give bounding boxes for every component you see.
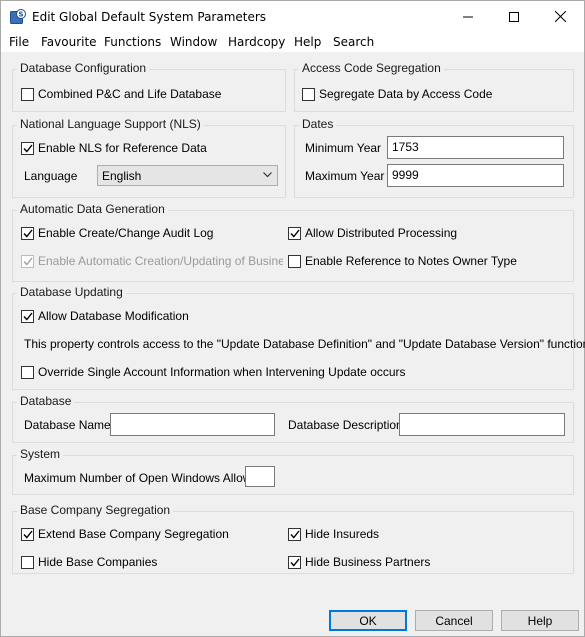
distributed-processing-checkbox[interactable]: Allow Distributed Processing [288,226,457,240]
checkbox-box [21,87,34,101]
hide-insureds-checkbox[interactable]: Hide Insureds [288,527,379,541]
checkbox-label: Enable NLS for Reference Data [38,141,207,155]
cancel-button[interactable]: Cancel [415,610,493,631]
app-s-icon: S [10,9,26,24]
checkbox-label: Segregate Data by Access Code [319,87,493,101]
minimum-year-label: Minimum Year [305,141,382,155]
enable-nls-checkbox[interactable]: Enable NLS for Reference Data [21,141,207,155]
checkbox-label: Allow Distributed Processing [305,226,458,240]
checkbox-box [21,141,34,155]
checkbox-label: Hide Base Companies [38,555,158,569]
group-label: Automatic Data Generation [17,202,168,216]
ok-button[interactable]: OK [329,610,407,631]
group-label: National Language Support (NLS) [17,117,204,131]
menu-hardcopy[interactable]: Hardcopy [228,35,285,49]
checkmark-icon [22,229,33,238]
checkbox-label: Hide Insureds [305,527,380,541]
max-open-windows-label: Maximum Number of Open Windows Allowed [24,471,265,485]
menu-search[interactable]: Search [333,35,374,49]
language-value: English [102,169,142,183]
database-name-label: Database Name [24,418,111,432]
checkbox-box [288,555,301,569]
checkmark-icon [289,229,300,238]
audit-log-checkbox[interactable]: Enable Create/Change Audit Log [21,226,213,240]
window-title: Edit Global Default System Parameters [32,10,267,24]
menu-window[interactable]: Window [170,35,217,49]
checkbox-label: Enable Create/Change Audit Log [38,226,214,240]
checkbox-label: Enable Reference to Notes Owner Type [305,254,517,268]
checkbox-label: Enable Automatic Creation/Updating of Bu… [38,254,283,268]
max-open-windows-input[interactable] [245,466,275,487]
checkbox-box [21,365,34,379]
minimum-year-input[interactable]: 1753 [387,136,564,159]
menu-favourite[interactable]: Favourite [41,35,97,49]
override-single-account-checkbox[interactable]: Override Single Account Information when… [21,365,406,379]
checkbox-box [21,527,34,541]
checkbox-label: Extend Base Company Segregation [38,527,229,541]
checkbox-label: Allow Database Modification [38,309,189,323]
checkmark-icon [289,558,300,567]
database-name-input[interactable] [110,413,275,436]
group-label: Dates [299,117,337,131]
checkbox-box [288,226,301,240]
checkmark-icon [22,257,33,266]
help-button-label: Help [527,613,553,628]
maximum-year-input[interactable]: 9999 [387,164,564,187]
checkbox-box [288,254,301,268]
nls-group: National Language Support (NLS) [12,117,286,198]
checkmark-icon [22,144,33,153]
menu-help[interactable]: Help [294,35,321,49]
group-label: Base Company Segregation [17,503,174,517]
hide-base-companies-checkbox[interactable]: Hide Base Companies [21,555,157,569]
checkbox-box [21,555,34,569]
group-label: Database Updating [17,285,126,299]
checkbox-label: Combined P&C and Life Database [38,87,222,101]
menu-functions[interactable]: Functions [104,35,161,49]
help-button[interactable]: Help [501,610,579,631]
language-label: Language [24,169,78,183]
maximize-button[interactable] [491,1,537,32]
checkbox-box [302,87,315,101]
group-label: Database Configuration [17,61,150,75]
group-label: System [17,447,64,461]
ok-button-label: OK [359,613,377,628]
menu-bar: File Favourite Functions Window Hardcopy… [1,32,584,52]
checkbox-box [21,226,34,240]
chevron-down-icon [263,172,272,178]
group-label: Database [17,394,75,408]
automatic-data-generation-group: Automatic Data Generation [12,202,574,282]
checkmark-icon [22,530,33,539]
hide-business-partners-checkbox[interactable]: Hide Business Partners [288,555,430,569]
group-label: Access Code Segregation [299,61,444,75]
maximize-icon [509,11,519,22]
db-updating-note: This property controls access to the "Up… [24,337,585,351]
database-description-label: Database Description [288,418,403,432]
checkmark-icon [289,530,300,539]
auto-business-structure-checkbox: Enable Automatic Creation/Updating of Bu… [21,254,283,268]
segregate-access-code-checkbox[interactable]: Segregate Data by Access Code [302,87,492,101]
minimize-button[interactable] [445,1,491,32]
svg-text:S: S [18,11,23,19]
checkbox-label: Override Single Account Information when… [38,365,406,379]
cancel-button-label: Cancel [435,613,473,628]
checkmark-icon [22,312,33,321]
checkbox-box [21,309,34,323]
checkbox-label: Hide Business Partners [305,555,431,569]
close-icon [554,11,566,22]
minimize-icon [463,16,473,17]
checkbox-box [21,254,34,268]
notes-owner-type-checkbox[interactable]: Enable Reference to Notes Owner Type [288,254,517,268]
close-window-button[interactable] [537,1,583,32]
language-select[interactable]: English [97,165,278,186]
combined-pc-life-checkbox[interactable]: Combined P&C and Life Database [21,87,221,101]
dialog-window: S Edit Global Default System Parameters … [0,0,585,637]
database-description-input[interactable] [399,413,565,436]
extend-base-company-checkbox[interactable]: Extend Base Company Segregation [21,527,229,541]
allow-db-modification-checkbox[interactable]: Allow Database Modification [21,309,189,323]
checkbox-box [288,527,301,541]
maximum-year-label: Maximum Year [305,169,385,183]
menu-file[interactable]: File [9,35,29,49]
title-bar: S Edit Global Default System Parameters [1,1,584,32]
